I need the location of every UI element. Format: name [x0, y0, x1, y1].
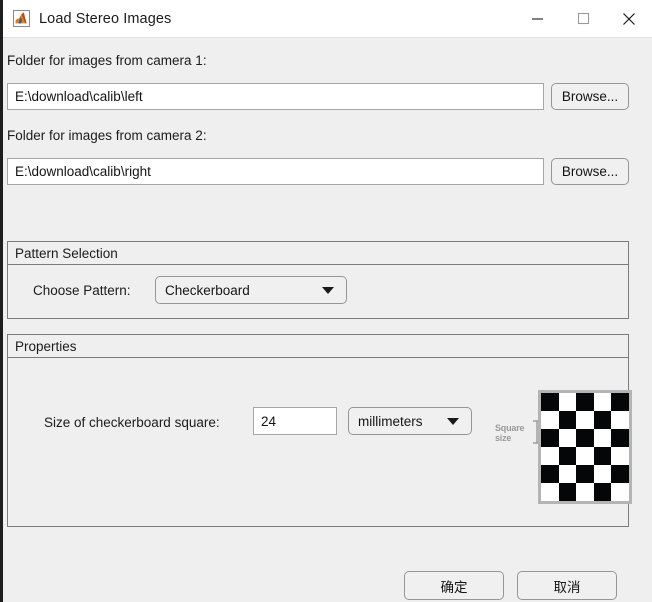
square-size-annotation-line2: size: [495, 433, 512, 443]
square-size-input[interactable]: 24: [253, 407, 337, 435]
checkerboard-cell: [593, 393, 612, 411]
units-dropdown[interactable]: millimeters: [348, 407, 472, 435]
choose-pattern-dropdown[interactable]: Checkerboard: [155, 276, 347, 304]
camera2-path-input[interactable]: E:\download\calib\right: [7, 158, 544, 185]
camera1-path-input[interactable]: E:\download\calib\left: [7, 83, 544, 110]
choose-pattern-label: Choose Pattern:: [33, 283, 131, 298]
camera2-label: Folder for images from camera 2:: [7, 128, 207, 143]
dialog-window: Load Stereo Images Folder for images fro…: [0, 0, 652, 602]
maximize-button[interactable]: [560, 0, 606, 37]
minimize-button[interactable]: [514, 0, 560, 37]
checkerboard-cell: [611, 411, 629, 429]
checkerboard-cell: [611, 465, 629, 483]
checkerboard-cell: [541, 465, 559, 483]
checkerboard-cell: [611, 393, 629, 411]
window-title: Load Stereo Images: [39, 10, 172, 27]
checkerboard-cell: [576, 465, 594, 483]
checkerboard-cell: [541, 411, 559, 429]
checkerboard-cell: [611, 429, 629, 447]
checkerboard-cell: [576, 483, 594, 501]
ok-button[interactable]: 确定: [404, 571, 504, 600]
checkerboard-cell: [593, 465, 612, 483]
close-button[interactable]: [606, 0, 652, 37]
checkerboard-cell: [593, 483, 612, 501]
matlab-logo-icon: [13, 10, 30, 27]
camera2-browse-button[interactable]: Browse...: [551, 158, 629, 185]
square-size-annotation: Square size: [495, 423, 525, 443]
camera1-browse-button[interactable]: Browse...: [551, 83, 629, 110]
checkerboard-cell: [611, 483, 629, 501]
checkerboard-cell: [541, 447, 559, 465]
chevron-down-icon: [322, 286, 334, 294]
checkerboard-cell: [541, 393, 559, 411]
checkerboard-grid: [541, 393, 629, 501]
checkerboard-cell: [558, 429, 577, 447]
dialog-body: Folder for images from camera 1: E:\down…: [3, 38, 652, 602]
checkerboard-cell: [558, 411, 577, 429]
checkerboard-cell: [558, 483, 577, 501]
checkerboard-cell: [576, 447, 594, 465]
checkerboard-cell: [576, 393, 594, 411]
camera1-label: Folder for images from camera 1:: [7, 53, 207, 68]
checkerboard-cell: [611, 447, 629, 465]
properties-group-title: Properties: [8, 335, 628, 358]
checkerboard-cell: [558, 465, 577, 483]
checkerboard-cell: [593, 411, 612, 429]
window-controls: [514, 0, 652, 37]
checkerboard-cell: [576, 411, 594, 429]
pattern-selection-group-title: Pattern Selection: [8, 242, 628, 265]
chevron-down-icon: [447, 417, 459, 425]
checkerboard-cell: [558, 447, 577, 465]
square-size-label: Size of checkerboard square:: [44, 415, 220, 430]
choose-pattern-value: Checkerboard: [165, 282, 250, 298]
checkerboard-cell: [576, 429, 594, 447]
checkerboard-cell: [593, 447, 612, 465]
checkerboard-cell: [541, 429, 559, 447]
units-value: millimeters: [358, 413, 423, 429]
cancel-button[interactable]: 取消: [517, 571, 617, 600]
title-bar: Load Stereo Images: [3, 0, 652, 38]
checkerboard-cell: [593, 429, 612, 447]
square-size-annotation-line1: Square: [495, 423, 525, 433]
checkerboard-cell: [558, 393, 577, 411]
properties-group: Properties Size of checkerboard square: …: [7, 334, 632, 527]
pattern-selection-group: Pattern Selection Choose Pattern: Checke…: [7, 241, 629, 319]
checkerboard-cell: [541, 483, 559, 501]
checkerboard-frame: [538, 390, 632, 504]
